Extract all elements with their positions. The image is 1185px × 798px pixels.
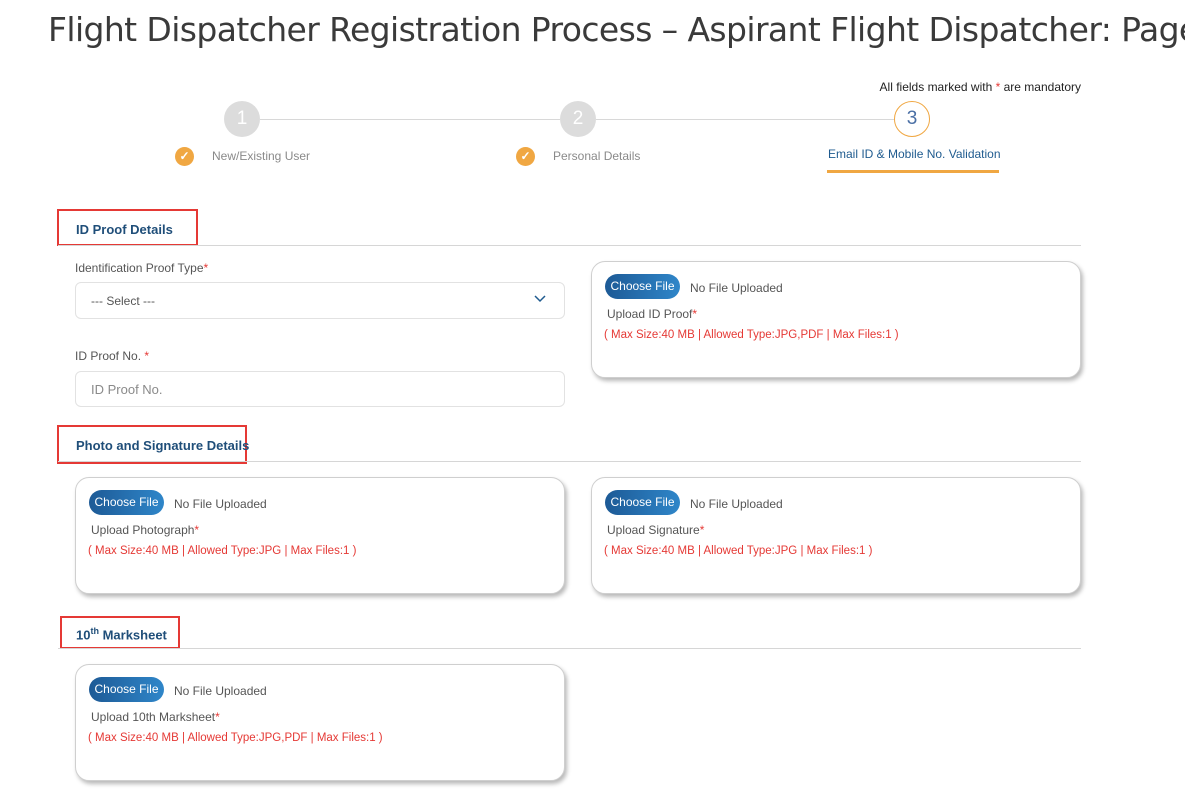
required-star: *: [699, 523, 705, 537]
marksheet-title-rest: Marksheet: [98, 627, 167, 643]
upload-label-text: Upload ID Proof: [607, 307, 693, 321]
upload-hint: ( Max Size:40 MB | Allowed Type:JPG,PDF …: [604, 329, 899, 341]
active-step-indicator: [827, 170, 999, 173]
proof-type-label: Identification Proof Type*: [75, 261, 208, 275]
check-icon: ✓: [175, 147, 194, 166]
upload-label-text: Upload Signature: [607, 523, 700, 537]
upload-hint: ( Max Size:40 MB | Allowed Type:JPG | Ma…: [604, 545, 873, 557]
upload-hint: ( Max Size:40 MB | Allowed Type:JPG,PDF …: [88, 732, 383, 744]
section-divider: [58, 245, 1081, 246]
section-title-marksheet: 10th Marksheet: [76, 626, 167, 642]
proof-type-label-text: Identification Proof Type: [75, 261, 204, 275]
chevron-down-icon: [534, 294, 546, 306]
required-star: *: [194, 523, 200, 537]
step-3-number[interactable]: 3: [894, 101, 930, 137]
upload-card-id-proof: Choose File No File Uploaded Upload ID P…: [591, 261, 1081, 378]
step-2-number[interactable]: 2: [560, 101, 596, 137]
section-divider: [58, 461, 1081, 462]
upload-label: Upload Photograph*: [91, 523, 199, 537]
upload-label: Upload ID Proof*: [607, 307, 697, 321]
file-status: No File Uploaded: [690, 281, 783, 295]
choose-file-button[interactable]: Choose File: [89, 677, 164, 702]
step-3-label[interactable]: Email ID & Mobile No. Validation: [828, 147, 1001, 161]
mandatory-note-after: are mandatory: [1003, 80, 1081, 94]
step-1-label[interactable]: New/Existing User: [212, 149, 310, 163]
file-status: No File Uploaded: [690, 497, 783, 511]
upload-label: Upload 10th Marksheet*: [91, 710, 220, 724]
check-icon: ✓: [516, 147, 535, 166]
slide-title: Flight Dispatcher Registration Process –…: [48, 10, 1185, 49]
required-star: *: [203, 261, 209, 275]
upload-label-text: Upload 10th Marksheet: [91, 710, 216, 724]
choose-file-button[interactable]: Choose File: [605, 490, 680, 515]
proof-no-input[interactable]: [75, 371, 565, 407]
marksheet-title-number: 10: [76, 627, 91, 643]
mandatory-note-before: All fields marked with: [879, 80, 993, 94]
proof-type-select[interactable]: --- Select ---: [75, 282, 565, 319]
upload-card-signature: Choose File No File Uploaded Upload Sign…: [591, 477, 1081, 594]
upload-label: Upload Signature*: [607, 523, 704, 537]
proof-type-selected: --- Select ---: [91, 294, 155, 308]
upload-hint: ( Max Size:40 MB | Allowed Type:JPG | Ma…: [88, 545, 357, 557]
required-star: *: [692, 307, 698, 321]
proof-no-label-text: ID Proof No.: [75, 349, 142, 363]
file-status: No File Uploaded: [174, 497, 267, 511]
section-title-photo-signature: Photo and Signature Details: [76, 438, 250, 453]
upload-card-marksheet: Choose File No File Uploaded Upload 10th…: [75, 664, 565, 781]
file-status: No File Uploaded: [174, 684, 267, 698]
required-star: *: [215, 710, 220, 724]
proof-no-label: ID Proof No. *: [75, 349, 149, 363]
upload-card-photograph: Choose File No File Uploaded Upload Phot…: [75, 477, 565, 594]
upload-label-text: Upload Photograph: [91, 523, 195, 537]
required-star: *: [144, 349, 150, 363]
step-2-label[interactable]: Personal Details: [553, 149, 640, 163]
choose-file-button[interactable]: Choose File: [605, 274, 680, 299]
mandatory-star: *: [995, 80, 1001, 94]
mandatory-note: All fields marked with * are mandatory: [880, 80, 1081, 94]
stepper-connector: [596, 119, 894, 120]
choose-file-button[interactable]: Choose File: [89, 490, 164, 515]
marksheet-title-sup: th: [90, 626, 99, 636]
stepper-connector: [260, 119, 560, 120]
section-title-id-proof: ID Proof Details: [76, 222, 173, 237]
step-1-number[interactable]: 1: [224, 101, 260, 137]
section-divider: [58, 648, 1081, 649]
